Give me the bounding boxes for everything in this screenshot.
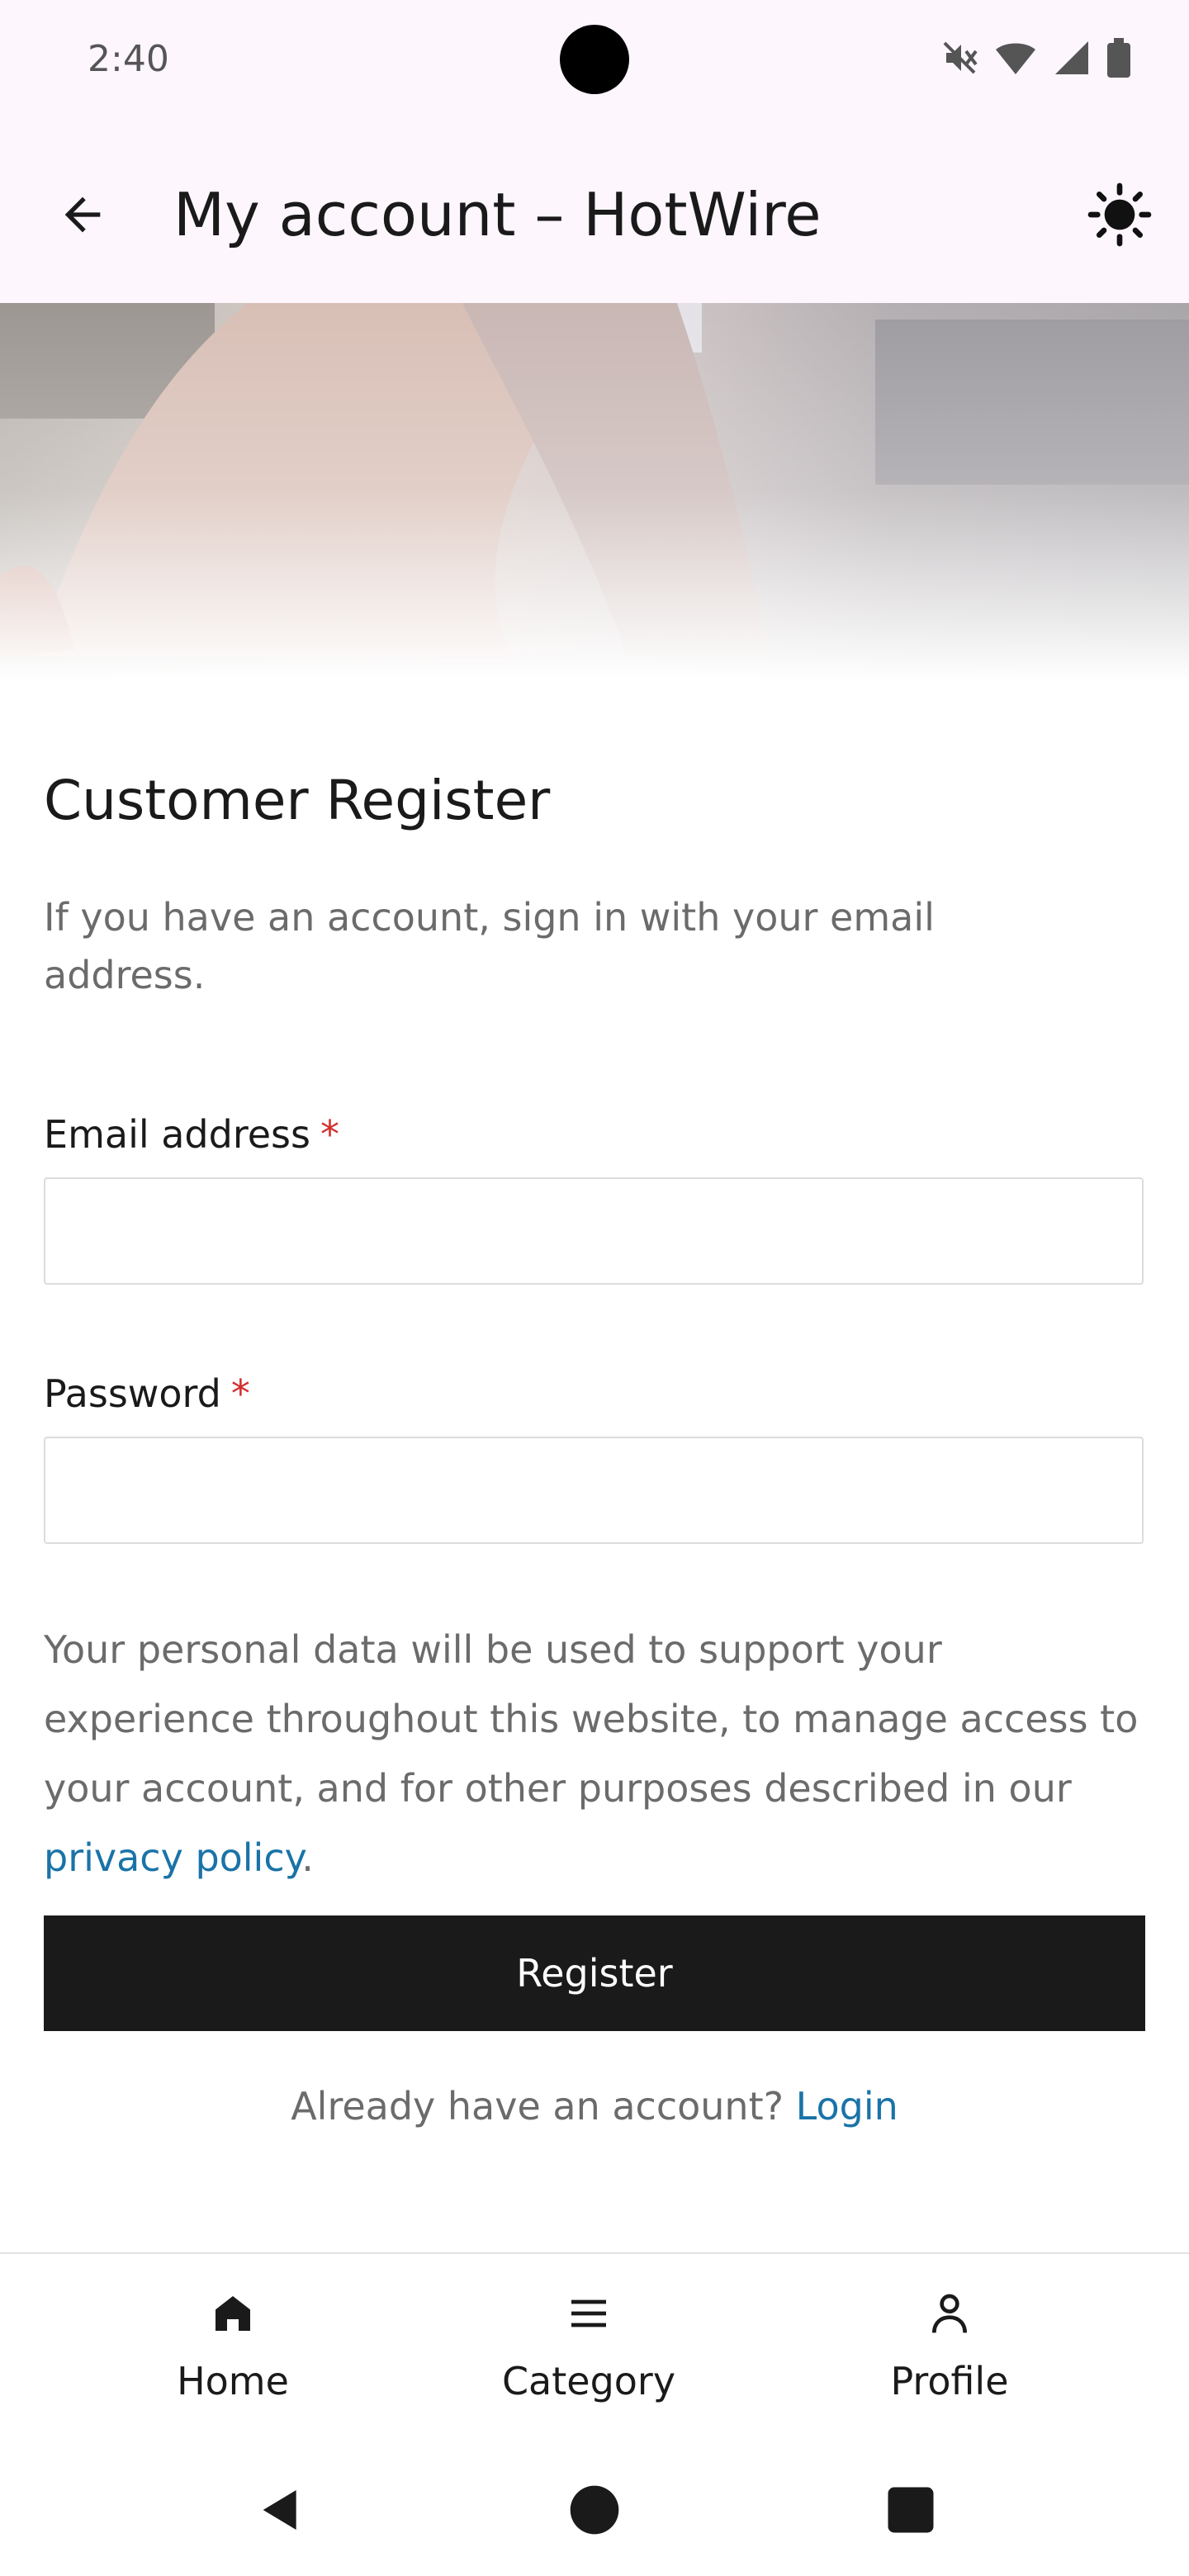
mute-icon [940,38,979,81]
register-button[interactable]: Register [44,1915,1145,2031]
password-label: Password * [44,1369,250,1418]
menu-icon [562,2287,615,2340]
form-heading: Customer Register [44,769,551,832]
form-subtext: If you have an account, sign in with you… [44,895,935,997]
banner-image [0,303,1189,681]
battery-icon [1106,38,1131,81]
square-recents-icon [888,2487,934,2533]
app-header: 2:40 My account – HotWire [0,0,1189,303]
sun-icon [1087,182,1152,247]
system-recents-button[interactable] [869,2469,952,2551]
bottom-navigation: Home Category Profile [0,2252,1189,2444]
person-icon [923,2287,976,2340]
nav-item-home[interactable]: Home [101,2254,365,2436]
system-navigation [0,2444,1189,2576]
circle-home-icon [570,2485,619,2535]
home-icon [206,2287,259,2340]
page-title: My account – HotWire [173,180,822,249]
email-label-text: Email address [44,1112,310,1157]
signal-icon [1052,38,1092,81]
nav-label-profile: Profile [890,2359,1009,2403]
system-home-button[interactable] [553,2469,636,2551]
theme-toggle-button[interactable] [1087,182,1153,248]
nav-label-category: Category [501,2359,676,2403]
required-mark: * [230,1371,250,1416]
wifi-icon [994,38,1037,81]
status-icons [940,36,1131,83]
email-input[interactable] [45,1179,1142,1283]
system-back-button[interactable] [239,2469,322,2551]
status-time: 2:40 [88,38,169,80]
login-prompt-text: Already have an account? [291,2084,796,2129]
password-field[interactable] [44,1437,1144,1544]
privacy-notice: Your personal data will be used to suppo… [44,1615,1150,1892]
login-prompt: Already have an account? Login [0,2079,1189,2133]
camera-cutout [560,25,629,94]
nav-label-home: Home [177,2359,289,2403]
privacy-notice-text: Your personal data will be used to suppo… [44,1627,1139,1811]
privacy-notice-end: . [301,1835,314,1880]
banner-fade [0,303,1189,681]
nav-item-profile[interactable]: Profile [817,2254,1082,2436]
required-mark: * [320,1112,339,1157]
login-link[interactable]: Login [796,2084,898,2129]
triangle-back-icon [263,2490,296,2530]
privacy-policy-link[interactable]: privacy policy [44,1835,301,1880]
register-button-label: Register [516,1951,673,1996]
nav-item-category[interactable]: Category [457,2254,721,2436]
password-label-text: Password [44,1371,221,1416]
password-input[interactable] [45,1438,1142,1542]
back-button[interactable] [50,182,116,248]
email-label: Email address * [44,1110,339,1159]
email-field[interactable] [44,1177,1144,1285]
arrow-back-icon [64,197,101,233]
